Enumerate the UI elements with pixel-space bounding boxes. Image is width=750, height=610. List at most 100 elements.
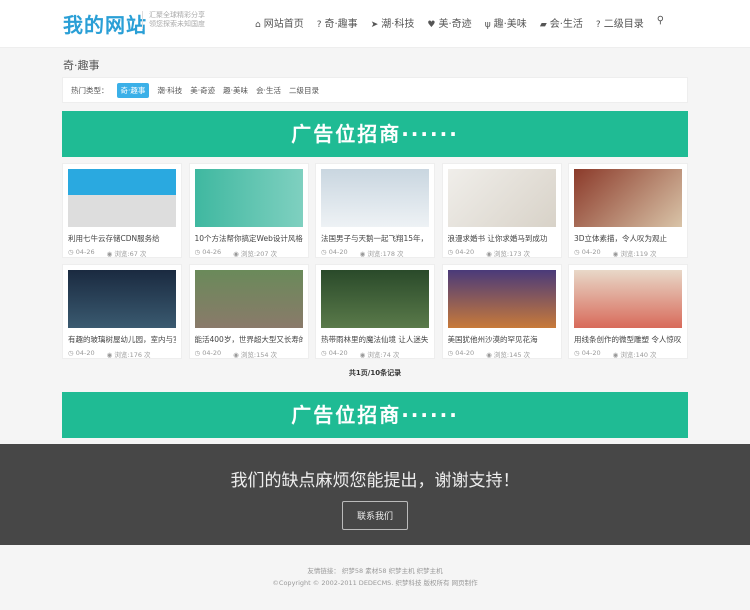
- article-grid: 利用七牛云存储CDN服务给 ◷ 04-26 ◉ 浏览:67 次 10个方法帮你搞定We…: [62, 163, 688, 359]
- article-thumbnail[interactable]: [574, 169, 682, 227]
- views-text: 浏览:207 次: [240, 250, 278, 258]
- views-text: 浏览:67 次: [114, 250, 147, 258]
- views: ◉ 浏览:119 次: [613, 248, 657, 258]
- date: ◷ 04-20: [195, 349, 222, 359]
- article-card[interactable]: 美国犹他州沙漠的罕见花海 ◷ 04-20 ◉ 浏览:145 次: [441, 264, 562, 359]
- date-text: 04-20: [455, 349, 475, 357]
- article-title[interactable]: 利用七牛云存储CDN服务给: [68, 233, 176, 244]
- clock-icon: ◷: [447, 349, 454, 357]
- nav-item[interactable]: ? 二级目录: [596, 15, 644, 30]
- article-card[interactable]: 有趣的玻璃树屋幼儿园，室内与室 ◷ 04-20 ◉ 浏览:176 次: [62, 264, 182, 359]
- slogan: 汇聚全球精彩分享 领您探索未知国度: [142, 11, 205, 29]
- nav-item[interactable]: ψ 趣·美味: [485, 15, 527, 30]
- article-card[interactable]: 热带雨林里的魔法仙境 让人迷失 ◷ 04-20 ◉ 浏览:74 次: [315, 264, 435, 359]
- article-card[interactable]: 10个方法帮你搞定Web设计风格 ◷ 04-26 ◉ 浏览:207 次: [188, 163, 309, 258]
- clock-icon: ◷: [447, 248, 454, 256]
- article-title[interactable]: 10个方法帮你搞定Web设计风格: [195, 233, 303, 244]
- filter-item[interactable]: 潮·科技: [157, 85, 182, 96]
- article-thumbnail[interactable]: [194, 169, 303, 227]
- nav-item[interactable]: ▰ 会·生活: [540, 15, 583, 30]
- article-thumbnail[interactable]: [447, 270, 556, 328]
- article-thumbnail[interactable]: [68, 270, 176, 328]
- eye-icon: ◉: [486, 250, 492, 258]
- header: 我的网站 汇聚全球精彩分享 领您探索未知国度 ⌂ 网站首页 ? 奇·趣事 ➤ 潮·科技 ♥ 美·…: [0, 0, 750, 48]
- article-card[interactable]: 3D立体素描，令人叹为观止 ◷ 04-20 ◉ 浏览:119 次: [568, 163, 688, 258]
- views-text: 浏览:140 次: [620, 351, 657, 359]
- filter-item[interactable]: 美·奇迹: [190, 85, 215, 96]
- eye-icon: ◉: [486, 351, 492, 359]
- article-card[interactable]: 利用七牛云存储CDN服务给 ◷ 04-26 ◉ 浏览:67 次: [62, 163, 182, 258]
- nav-label: 二级目录: [603, 19, 644, 30]
- article-title[interactable]: 3D立体素描，令人叹为观止: [574, 233, 682, 244]
- nav-label: 美·奇迹: [438, 19, 472, 30]
- article-thumbnail[interactable]: [321, 169, 429, 227]
- article-card[interactable]: 能活400岁，世界超大型又长寿的 ◷ 04-20 ◉ 浏览:154 次: [188, 264, 309, 359]
- feedback-band: 我们的缺点麻烦您能提出，谢谢支持！ 联系我们: [0, 444, 750, 545]
- nav-label: 趣·美味: [493, 19, 527, 30]
- article-title[interactable]: 浪漫求婚书 让你求婚马到成功: [448, 233, 556, 244]
- article-title[interactable]: 能活400岁，世界超大型又长寿的: [195, 334, 303, 345]
- article-thumbnail[interactable]: [68, 169, 176, 227]
- views: ◉ 浏览:173 次: [486, 248, 530, 258]
- nav-item[interactable]: ? 奇·趣事: [317, 15, 358, 30]
- views-text: 浏览:178 次: [367, 250, 404, 258]
- date-text: 04-26: [202, 248, 222, 256]
- date-text: 04-20: [202, 349, 222, 357]
- views: ◉ 浏览:207 次: [233, 248, 277, 258]
- nav-label: 奇·趣事: [324, 19, 358, 30]
- pagination: 共1页/10条记录: [348, 369, 402, 377]
- date-text: 04-20: [75, 349, 95, 357]
- nav-label: 潮·科技: [381, 19, 415, 30]
- friend-links[interactable]: 友情链接： 织梦58 素材58 织梦主机 织梦主机: [0, 565, 750, 575]
- clock-icon: ◷: [194, 248, 201, 256]
- clock-icon: ◷: [68, 349, 74, 357]
- views-text: 浏览:145 次: [493, 351, 531, 359]
- article-thumbnail[interactable]: [574, 270, 682, 328]
- feedback-message: 我们的缺点麻烦您能提出，谢谢支持！: [230, 471, 520, 491]
- views: ◉ 浏览:145 次: [486, 349, 530, 359]
- eye-icon: ◉: [106, 250, 113, 258]
- views: ◉ 浏览:178 次: [360, 248, 404, 258]
- views: ◉ 浏览:176 次: [107, 349, 151, 359]
- views-text: 浏览:176 次: [114, 351, 151, 359]
- views: ◉ 浏览:154 次: [233, 349, 277, 359]
- tag-icon: ▰: [539, 20, 547, 30]
- slogan-line: 汇聚全球精彩分享: [149, 11, 205, 19]
- nav-item[interactable]: ♥ 美·奇迹: [427, 15, 471, 30]
- date: ◷ 04-20: [448, 248, 475, 258]
- page-title: 奇·趣事: [63, 59, 100, 72]
- filter-item[interactable]: 奇·趣事: [116, 82, 150, 98]
- nav-item[interactable]: ➤ 潮·科技: [371, 15, 415, 30]
- filter-item[interactable]: 趣·美味: [223, 85, 248, 96]
- date-text: 04-20: [581, 248, 601, 256]
- article-title[interactable]: 美国犹他州沙漠的罕见花海: [448, 334, 556, 345]
- heart-icon: ♥: [427, 20, 436, 30]
- ad-banner[interactable]: 广告位招商······: [62, 111, 688, 157]
- views-text: 浏览:173 次: [493, 250, 531, 258]
- article-title[interactable]: 热带雨林里的魔法仙境 让人迷失: [321, 334, 429, 345]
- article-title[interactable]: 法国男子与天鹅一起飞翔15年，: [321, 233, 429, 244]
- filter-item[interactable]: 会·生活: [256, 85, 281, 96]
- site-logo[interactable]: 我的网站: [63, 9, 147, 38]
- article-title[interactable]: 用线条创作的微型雕塑 令人惊叹: [574, 334, 682, 345]
- search-icon[interactable]: ⚲: [657, 15, 664, 30]
- ad-banner[interactable]: 广告位招商······: [62, 392, 688, 438]
- date-text: 04-26: [75, 248, 95, 256]
- article-card[interactable]: 用线条创作的微型雕塑 令人惊叹 ◷ 04-20 ◉ 浏览:140 次: [568, 264, 688, 359]
- article-card[interactable]: 浪漫求婚书 让你求婚马到成功 ◷ 04-20 ◉ 浏览:173 次: [441, 163, 562, 258]
- filter-item[interactable]: 二级目录: [289, 85, 319, 96]
- eye-icon: ◉: [233, 351, 239, 359]
- nav-item[interactable]: ⌂ 网站首页: [255, 15, 304, 30]
- date: ◷ 04-20: [68, 349, 95, 359]
- views-text: 浏览:154 次: [240, 351, 278, 359]
- article-thumbnail[interactable]: [194, 270, 303, 328]
- article-card[interactable]: 法国男子与天鹅一起飞翔15年， ◷ 04-20 ◉ 浏览:178 次: [315, 163, 435, 258]
- contact-button[interactable]: 联系我们: [341, 501, 408, 530]
- date: ◷ 04-20: [574, 248, 601, 258]
- copyright: ©Copyright © 2002-2011 DEDECMS. 织梦科技 版权所…: [272, 579, 478, 587]
- article-title[interactable]: 有趣的玻璃树屋幼儿园，室内与室: [68, 334, 176, 345]
- article-thumbnail[interactable]: [447, 169, 556, 227]
- article-thumbnail[interactable]: [321, 270, 429, 328]
- clock-icon: ◷: [321, 248, 327, 256]
- views: ◉ 浏览:67 次: [107, 248, 147, 258]
